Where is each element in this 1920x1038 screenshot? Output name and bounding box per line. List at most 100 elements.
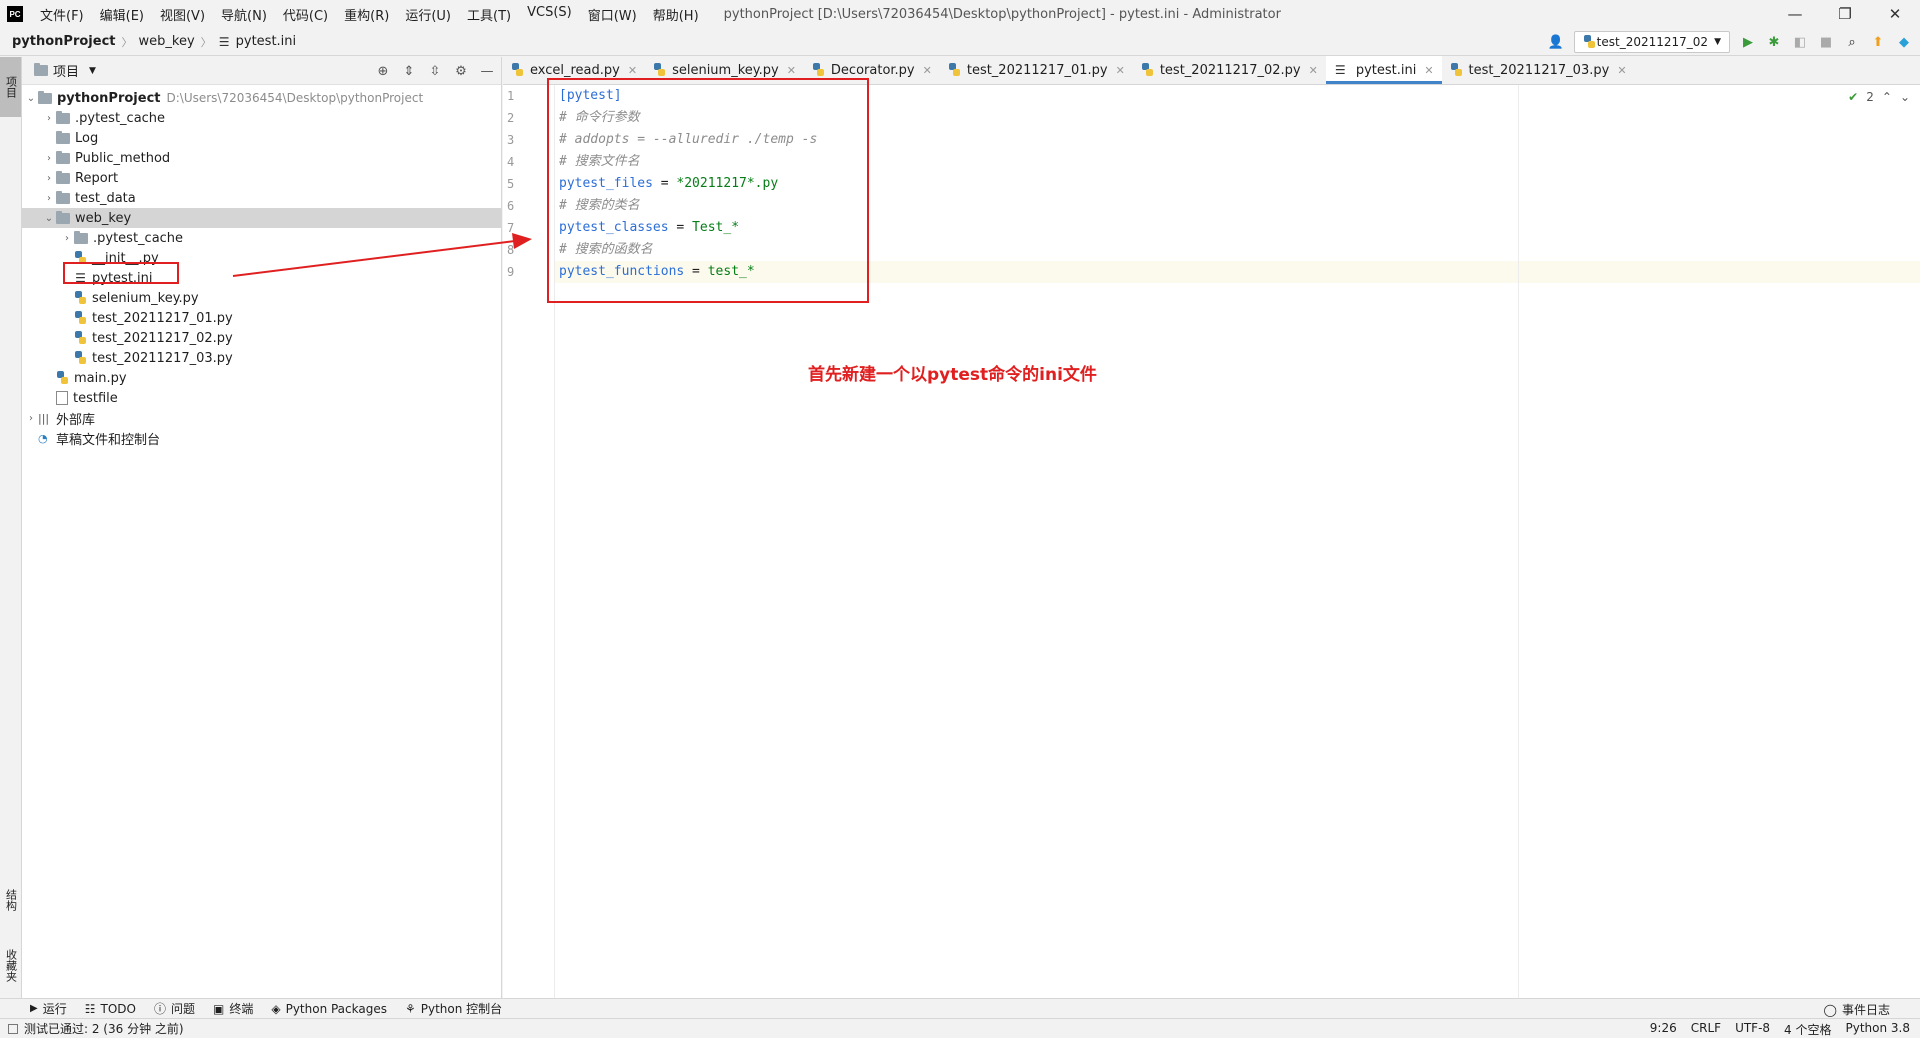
- line-separator[interactable]: CRLF: [1691, 1021, 1721, 1038]
- tree-item[interactable]: testfile: [22, 388, 501, 408]
- folder-icon: [56, 170, 70, 184]
- tree-item[interactable]: › .pytest_cache: [22, 108, 501, 128]
- window-controls: — ❐ ✕: [1770, 0, 1920, 28]
- chevron-right-icon[interactable]: ›: [42, 173, 56, 184]
- menu-window[interactable]: 窗口(W): [581, 5, 644, 24]
- tab-test-03[interactable]: test_20211217_03.py ✕: [1442, 56, 1635, 84]
- tab-label: Decorator.py: [830, 62, 915, 78]
- tree-item[interactable]: › Report: [22, 168, 501, 188]
- tree-item[interactable]: test_20211217_03.py: [22, 348, 501, 368]
- terminal-tool-button[interactable]: ▣ 终端: [213, 1000, 253, 1017]
- debug-icon[interactable]: ✱: [1766, 34, 1782, 50]
- run-icon[interactable]: ▶: [1740, 34, 1756, 50]
- tree-item[interactable]: › Public_method: [22, 148, 501, 168]
- close-tab-icon[interactable]: ✕: [1116, 64, 1125, 77]
- tree-item-scratches[interactable]: ◔ 草稿文件和控制台: [22, 428, 501, 448]
- tab-pytest-ini[interactable]: ☰ pytest.ini ✕: [1325, 56, 1442, 84]
- event-log-button[interactable]: ◯ 事件日志: [1824, 1001, 1890, 1018]
- caret-position[interactable]: 9:26: [1650, 1021, 1677, 1038]
- coverage-icon[interactable]: ◧: [1792, 34, 1808, 50]
- python-file-icon: [74, 351, 87, 365]
- chevron-right-icon[interactable]: ›: [24, 413, 38, 424]
- run-config-selector[interactable]: test_20211217_02 ▼: [1574, 31, 1730, 53]
- tree-item-label: Public_method: [75, 150, 171, 166]
- tree-item[interactable]: main.py: [22, 368, 501, 388]
- chevron-down-icon[interactable]: ⌄: [24, 93, 38, 104]
- expand-all-icon[interactable]: ⇕: [401, 63, 417, 79]
- todo-tool-button[interactable]: ☷ TODO: [85, 1002, 136, 1016]
- close-tab-icon[interactable]: ✕: [1424, 64, 1433, 77]
- tree-item[interactable]: test_20211217_02.py: [22, 328, 501, 348]
- tool-label: 事件日志: [1841, 1003, 1890, 1017]
- tab-test-01[interactable]: test_20211217_01.py ✕: [940, 56, 1133, 84]
- tree-item[interactable]: Log: [22, 128, 501, 148]
- locate-icon[interactable]: ⊕: [375, 63, 391, 79]
- tool-label: 运行: [42, 1002, 67, 1016]
- menu-file[interactable]: 文件(F): [33, 5, 91, 24]
- tree-item-root[interactable]: ⌄ pythonProject D:\Users\72036454\Deskto…: [22, 88, 501, 108]
- chevron-right-icon[interactable]: ›: [42, 193, 56, 204]
- left-tool-stripe: 项目 结构 收藏夹: [0, 57, 22, 998]
- menu-navigate[interactable]: 导航(N): [214, 5, 274, 24]
- breadcrumb-project[interactable]: pythonProject: [12, 34, 116, 49]
- chevron-right-icon[interactable]: ›: [60, 233, 74, 244]
- menu-code[interactable]: 代码(C): [276, 5, 335, 24]
- tool-label: 终端: [229, 1002, 254, 1016]
- square-icon[interactable]: [8, 1023, 18, 1034]
- minimize-icon[interactable]: —: [1770, 0, 1820, 28]
- stop-icon[interactable]: ■: [1818, 34, 1834, 50]
- hide-icon[interactable]: —: [479, 63, 495, 79]
- menu-tools[interactable]: 工具(T): [460, 5, 518, 24]
- chevron-up-icon[interactable]: ⌃: [1882, 90, 1892, 104]
- gear-icon[interactable]: ⚙: [453, 63, 469, 79]
- file-encoding[interactable]: UTF-8: [1735, 1021, 1770, 1038]
- indent-setting[interactable]: 4 个空格: [1784, 1021, 1831, 1038]
- tree-item[interactable]: selenium_key.py: [22, 288, 501, 308]
- tree-item[interactable]: › .pytest_cache: [22, 228, 501, 248]
- chevron-down-icon[interactable]: ⌄: [1900, 90, 1910, 104]
- inspection-widget[interactable]: ✔ 2 ⌃ ⌄: [1848, 90, 1910, 104]
- plugin-icon[interactable]: ◆: [1896, 34, 1912, 50]
- close-tab-icon[interactable]: ✕: [787, 64, 796, 77]
- breadcrumb-file[interactable]: pytest.ini: [236, 34, 297, 49]
- chevron-right-icon[interactable]: ›: [42, 153, 56, 164]
- close-tab-icon[interactable]: ✕: [1617, 64, 1626, 77]
- favorites-tool-tab[interactable]: 收藏夹: [0, 935, 21, 995]
- folder-icon: [56, 190, 70, 204]
- run-tool-button[interactable]: ▶ 运行: [30, 1000, 67, 1017]
- close-tab-icon[interactable]: ✕: [923, 64, 932, 77]
- collapse-all-icon[interactable]: ⇳: [427, 63, 443, 79]
- close-tab-icon[interactable]: ✕: [628, 64, 637, 77]
- tree-item[interactable]: › test_data: [22, 188, 501, 208]
- breadcrumb-folder[interactable]: web_key: [139, 34, 195, 49]
- console-tool-button[interactable]: ⚘ Python 控制台: [405, 1000, 502, 1017]
- menu-view[interactable]: 视图(V): [153, 5, 212, 24]
- status-message[interactable]: 测试已通过: 2 (36 分钟 之前): [24, 1020, 184, 1037]
- structure-tool-tab[interactable]: 结构: [0, 875, 21, 925]
- tab-label: test_20211217_03.py: [1468, 62, 1610, 78]
- packages-tool-button[interactable]: ◈ Python Packages: [271, 1002, 387, 1016]
- tree-item-web-key[interactable]: ⌄ web_key: [22, 208, 501, 228]
- menu-run[interactable]: 运行(U): [398, 5, 458, 24]
- project-panel-title[interactable]: 项目: [53, 61, 79, 80]
- close-tab-icon[interactable]: ✕: [1309, 64, 1318, 77]
- tree-item-external-libs[interactable]: › ||| 外部库: [22, 408, 501, 428]
- tab-test-02[interactable]: test_20211217_02.py ✕: [1133, 56, 1326, 84]
- update-icon[interactable]: ⬆: [1870, 34, 1886, 50]
- restore-icon[interactable]: ❐: [1820, 0, 1870, 28]
- problems-tool-button[interactable]: ⓘ 问题: [154, 1000, 195, 1017]
- tree-item-label: test_data: [75, 190, 136, 206]
- menu-refactor[interactable]: 重构(R): [337, 5, 396, 24]
- menu-help[interactable]: 帮助(H): [646, 5, 706, 24]
- menu-vcs[interactable]: VCS(S): [520, 5, 579, 24]
- chevron-right-icon[interactable]: ›: [42, 113, 56, 124]
- chevron-down-icon[interactable]: ⌄: [42, 213, 56, 224]
- user-icon[interactable]: 👤: [1548, 34, 1564, 50]
- python-interpreter[interactable]: Python 3.8: [1846, 1021, 1911, 1038]
- chevron-down-icon[interactable]: ▼: [89, 66, 96, 76]
- search-icon[interactable]: ⌕: [1844, 34, 1860, 50]
- menu-edit[interactable]: 编辑(E): [93, 5, 151, 24]
- project-tool-tab[interactable]: 项目: [0, 57, 21, 117]
- tree-item[interactable]: test_20211217_01.py: [22, 308, 501, 328]
- close-icon[interactable]: ✕: [1870, 0, 1920, 28]
